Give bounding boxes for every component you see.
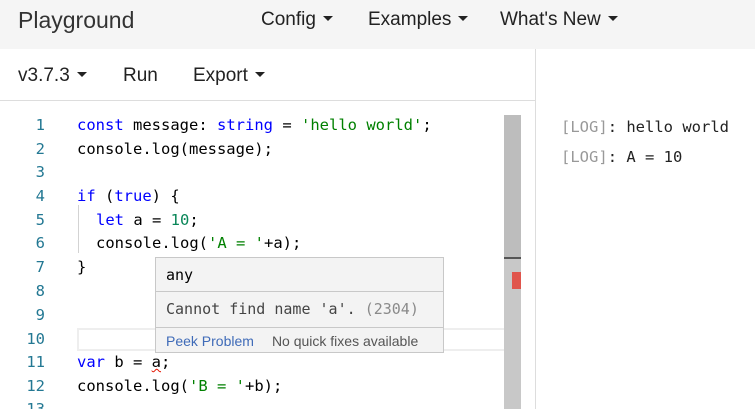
top-navbar: Playground Config Examples What's New — [0, 0, 755, 49]
caret-down-icon — [607, 15, 618, 21]
nav-whats-new-label: What's New — [500, 9, 601, 30]
run-button[interactable]: Run — [123, 65, 158, 87]
brand-title[interactable]: Playground — [18, 7, 134, 34]
line-number: 4 — [35, 187, 45, 205]
indent-guide — [78, 205, 79, 253]
line-number: 8 — [35, 282, 45, 300]
output-pane: [LOG]: hello world [LOG]: A = 10 — [536, 49, 755, 409]
error-squiggle: a — [151, 353, 162, 371]
log-tag: LOG — [570, 148, 599, 166]
scrollbar-thumb[interactable] — [504, 115, 521, 257]
line-number: 2 — [35, 140, 45, 158]
export-label: Export — [193, 65, 248, 86]
line-number: 13 — [26, 400, 45, 409]
error-hover-tooltip: any Cannot find name 'a'. (2304) Peek Pr… — [155, 257, 444, 353]
hover-error-message: Cannot find name 'a'. (2304) — [166, 300, 419, 318]
hover-divider — [156, 327, 443, 328]
no-quick-fixes-text: No quick fixes available — [271, 333, 419, 349]
cursor-marker — [504, 257, 521, 259]
editor-toolbar: v3.7.3 Run Export — [0, 49, 535, 101]
hover-divider — [156, 291, 443, 292]
nav-whats-new-menu[interactable]: What's New — [500, 9, 618, 31]
line-number: 12 — [26, 377, 45, 395]
code-line[interactable]: console.log('A = '+a); — [96, 234, 301, 252]
code-line[interactable]: let a = 10; — [96, 211, 199, 229]
line-number: 11 — [26, 353, 45, 371]
log-entry: [LOG]: A = 10 — [561, 148, 683, 166]
nav-config-menu[interactable]: Config — [261, 9, 333, 31]
nav-config-label: Config — [261, 9, 316, 30]
line-number: 5 — [35, 211, 45, 229]
log-text: : hello world — [607, 118, 730, 136]
nav-examples-label: Examples — [368, 9, 452, 30]
code-line[interactable]: console.log(message); — [77, 140, 273, 158]
line-number: 9 — [35, 306, 45, 324]
code-line[interactable]: const message: string = 'hello world'; — [77, 116, 432, 134]
code-line[interactable]: } — [77, 258, 86, 276]
nav-examples-menu[interactable]: Examples — [368, 9, 469, 31]
caret-down-icon — [76, 71, 87, 77]
log-tag: LOG — [570, 118, 599, 136]
version-label: v3.7.3 — [18, 65, 70, 86]
peek-problem-link[interactable]: Peek Problem — [166, 333, 254, 349]
caret-down-icon — [458, 15, 469, 21]
line-number: 7 — [35, 258, 45, 276]
export-dropdown[interactable]: Export — [193, 65, 265, 87]
code-line[interactable]: console.log('B = '+b); — [77, 377, 282, 395]
line-number: 6 — [35, 234, 45, 252]
code-line[interactable]: var b = a; — [77, 353, 170, 371]
log-entry: [LOG]: hello world — [561, 118, 730, 136]
caret-down-icon — [322, 15, 333, 21]
log-text: : A = 10 — [607, 148, 683, 166]
line-number: 3 — [35, 163, 45, 181]
version-dropdown[interactable]: v3.7.3 — [18, 65, 87, 87]
code-line[interactable]: if (true) { — [77, 187, 180, 205]
caret-down-icon — [254, 71, 265, 77]
error-marker — [512, 272, 521, 289]
error-code: (2304) — [364, 300, 419, 318]
hover-actions: Peek Problem No quick fixes available — [166, 333, 418, 349]
line-number: 1 — [35, 116, 45, 134]
hover-type-info: any — [166, 266, 194, 284]
line-number: 10 — [26, 330, 45, 348]
